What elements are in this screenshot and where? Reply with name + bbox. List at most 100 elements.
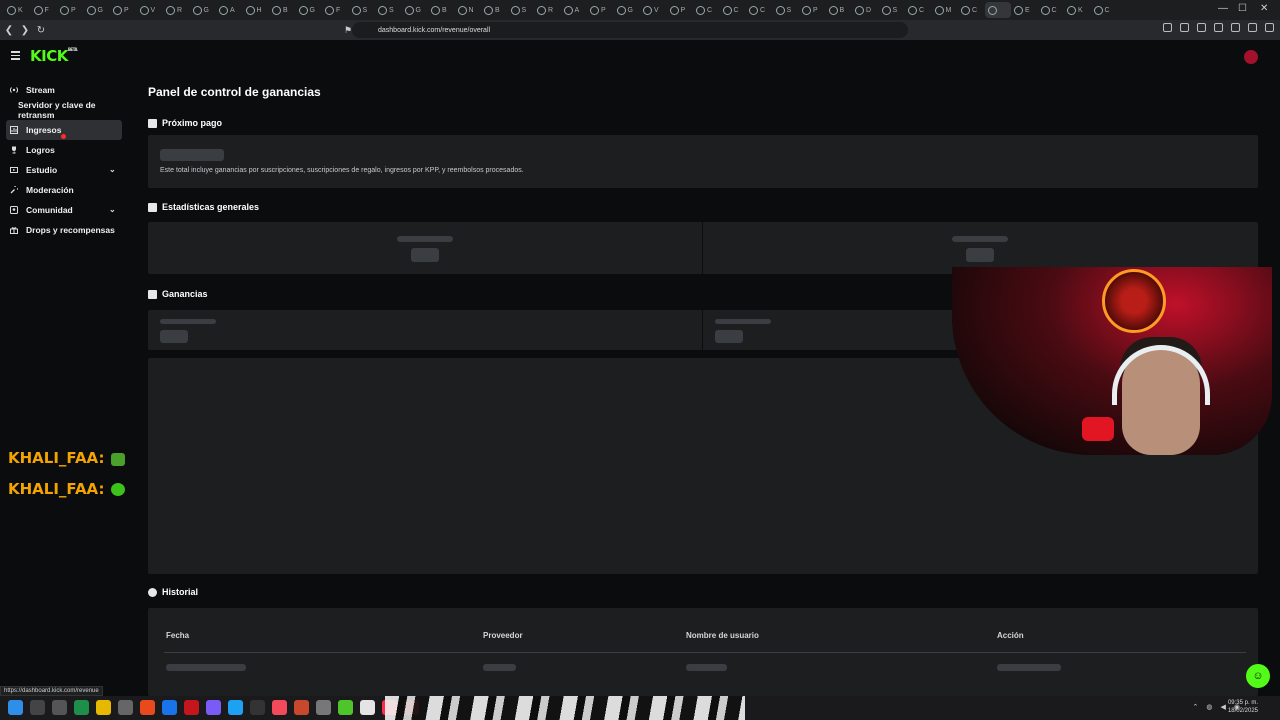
kick-logo[interactable]: KICKBETA (30, 47, 78, 65)
browser-tab[interactable]: P (587, 2, 614, 18)
tab-favicon-icon (60, 5, 69, 15)
browser-tab[interactable]: H (243, 2, 270, 18)
browser-tab[interactable]: S (508, 2, 535, 18)
taskbar-app-icon[interactable] (52, 700, 67, 715)
maximize-icon[interactable]: ☐ (1238, 3, 1247, 14)
taskbar-app-icon[interactable] (272, 700, 287, 715)
browser-tab[interactable]: G (614, 2, 641, 18)
taskbar-app-icon[interactable] (96, 700, 111, 715)
browser-tab[interactable]: P (57, 2, 84, 18)
network-icon[interactable]: ◍ (1206, 703, 1212, 711)
browser-tab[interactable]: S (349, 2, 376, 18)
sidebar-item-server-key[interactable]: Servidor y clave de retransm (0, 100, 134, 120)
browser-tab[interactable]: V (640, 2, 667, 18)
browser-tab[interactable]: G (296, 2, 323, 18)
browser-tab[interactable]: D (852, 2, 879, 18)
sidebar-item-estudio[interactable]: Estudio ⌄ (0, 160, 134, 180)
bookmark-icon[interactable]: ⚑ (344, 25, 352, 36)
browser-tab[interactable]: F (31, 2, 58, 18)
extension-icon[interactable] (1197, 23, 1206, 32)
browser-tab[interactable]: N (455, 2, 482, 18)
browser-tab[interactable]: G (402, 2, 429, 18)
sidebar-item-drops[interactable]: Drops y recompensas (0, 220, 134, 240)
column-header-fecha[interactable]: Fecha (166, 631, 189, 640)
taskbar-app-icon[interactable] (316, 700, 331, 715)
extension-icon[interactable] (1180, 23, 1189, 32)
browser-tab[interactable]: G (190, 2, 217, 18)
taskbar-app-icon[interactable] (206, 700, 221, 715)
sidebar-item-ingresos[interactable]: Ingresos (6, 120, 122, 140)
browser-tab[interactable]: E (1011, 2, 1038, 18)
tab-label: K (1078, 6, 1083, 14)
taskbar-app-icon[interactable] (338, 700, 353, 715)
sidebar-item-moderacion[interactable]: Moderación (0, 180, 134, 200)
extension-icon[interactable] (1163, 23, 1172, 32)
browser-tab[interactable] (984, 2, 1011, 18)
sidebar-item-logros[interactable]: Logros (0, 140, 134, 160)
browser-tab[interactable]: A (216, 2, 243, 18)
minimize-icon[interactable]: — (1218, 3, 1228, 14)
browser-tab[interactable]: P (799, 2, 826, 18)
taskbar-app-icon[interactable] (184, 700, 199, 715)
taskbar-clock[interactable]: 09:35 p. m. 18/02/2025 (1228, 699, 1258, 715)
extension-icon[interactable] (1214, 23, 1223, 32)
chevron-down-icon[interactable]: ⌄ (109, 165, 116, 174)
chat-support-button[interactable]: ☺ (1246, 664, 1270, 688)
extension-icon[interactable] (1231, 23, 1240, 32)
browser-tab[interactable]: C (720, 2, 747, 18)
browser-tab[interactable]: C (746, 2, 773, 18)
reload-icon[interactable]: ↻ (34, 23, 48, 37)
menu-icon[interactable] (1265, 23, 1274, 32)
browser-tab[interactable]: B (481, 2, 508, 18)
taskbar-app-icon[interactable] (294, 700, 309, 715)
browser-tab[interactable]: A (561, 2, 588, 18)
browser-tab[interactable]: F (322, 2, 349, 18)
browser-tab[interactable]: B (826, 2, 853, 18)
browser-tab[interactable]: C (1091, 2, 1118, 18)
browser-tab[interactable]: V (137, 2, 164, 18)
browser-tab[interactable]: S (375, 2, 402, 18)
browser-tab[interactable]: P (110, 2, 137, 18)
browser-tab[interactable]: R (534, 2, 561, 18)
taskbar-app-icon[interactable] (360, 700, 375, 715)
hamburger-menu-icon[interactable] (11, 51, 20, 62)
browser-tab[interactable]: K (1064, 2, 1091, 18)
column-header-accion[interactable]: Acción (997, 631, 1024, 640)
chevron-up-icon[interactable]: ⌃ (1193, 703, 1199, 711)
browser-tab[interactable]: B (428, 2, 455, 18)
taskbar-app-icon[interactable] (250, 700, 265, 715)
taskbar-app-icon[interactable] (30, 700, 45, 715)
browser-tab[interactable]: M (932, 2, 959, 18)
browser-tab[interactable]: S (879, 2, 906, 18)
sidebar-item-stream[interactable]: Stream (0, 80, 134, 100)
browser-tab[interactable]: S (773, 2, 800, 18)
browser-tab[interactable]: C (958, 2, 985, 18)
column-header-username[interactable]: Nombre de usuario (686, 631, 759, 640)
browser-tab[interactable]: R (163, 2, 190, 18)
column-header-proveedor[interactable]: Proveedor (483, 631, 523, 640)
taskbar-app-icon[interactable] (8, 700, 23, 715)
taskbar-app-icon[interactable] (162, 700, 177, 715)
browser-tab[interactable]: C (905, 2, 932, 18)
address-bar[interactable]: ⚑ dashboard.kick.com/revenue/overall (344, 22, 908, 38)
taskbar-app-icon[interactable] (228, 700, 243, 715)
browser-tab[interactable]: C (693, 2, 720, 18)
browser-tab[interactable]: K (4, 2, 31, 18)
browser-tab[interactable]: P (667, 2, 694, 18)
extension-icon[interactable] (1248, 23, 1257, 32)
user-avatar[interactable] (1244, 50, 1258, 64)
volume-icon[interactable]: ◀ (1221, 703, 1226, 711)
tab-label: C (733, 6, 739, 14)
close-window-icon[interactable]: ✕ (1260, 3, 1268, 14)
browser-tab[interactable]: B (269, 2, 296, 18)
taskbar-app-icon[interactable] (118, 700, 133, 715)
taskbar-app-icon[interactable] (140, 700, 155, 715)
sidebar-item-comunidad[interactable]: Comunidad ⌄ (0, 200, 134, 220)
forward-icon[interactable]: ❯ (18, 23, 32, 37)
browser-tab[interactable]: C (1038, 2, 1065, 18)
browser-tab[interactable]: G (84, 2, 111, 18)
taskbar-app-icon[interactable] (74, 700, 89, 715)
back-icon[interactable]: ❮ (2, 23, 16, 37)
wrench-icon (10, 186, 18, 194)
chevron-down-icon[interactable]: ⌄ (109, 205, 116, 214)
